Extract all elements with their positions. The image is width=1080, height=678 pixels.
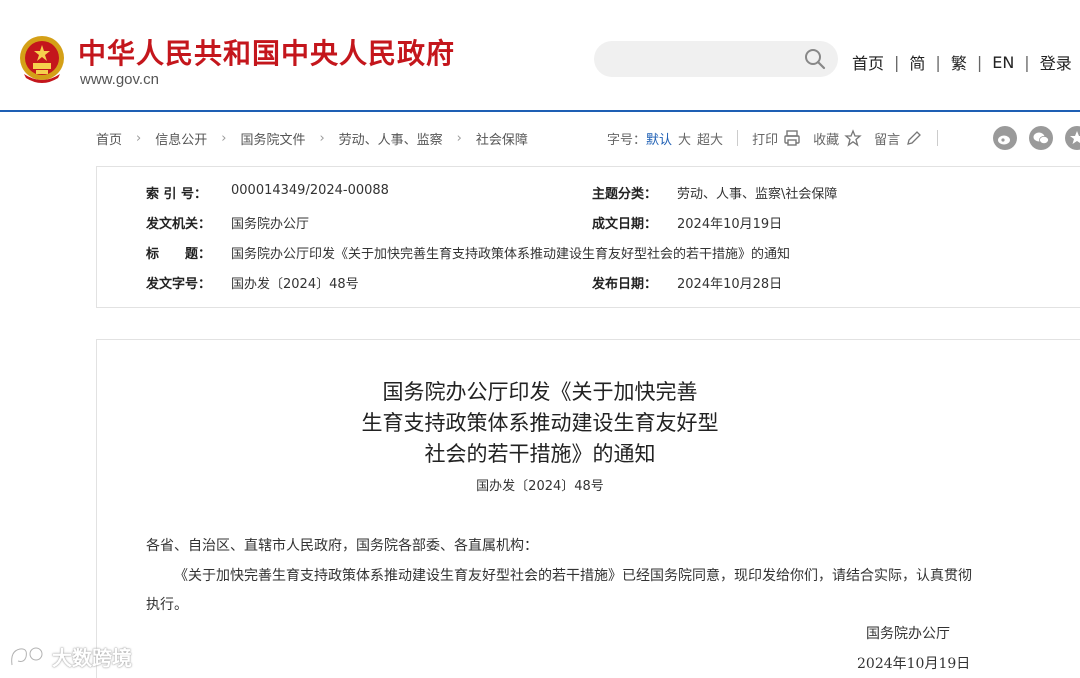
publish-date-value: 2024年10月28日 [677, 277, 783, 292]
print-button[interactable]: 打印 [752, 129, 801, 148]
watermark: 大数跨境 [8, 642, 132, 671]
publish-date-label: 发布日期： [592, 277, 658, 292]
site-header: 中华人民共和国中央人民政府 www.gov.cn 首页 | 简 | 繁 | EN… [0, 0, 1080, 112]
written-date-label: 成文日期： [592, 217, 658, 232]
qzone-share-icon[interactable] [1065, 126, 1080, 150]
category-value: 劳动、人事、监察\社会保障 [677, 187, 838, 202]
nav-divider: | [935, 52, 941, 72]
nav-divider: | [1024, 52, 1030, 72]
article-title-line-3: 社会的若干措施》的通知 [424, 442, 656, 466]
font-size-large[interactable]: 大 [678, 129, 691, 148]
written-date-value: 2024年10月19日 [677, 217, 783, 232]
article-date: 2024年10月19日 [857, 656, 971, 672]
breadcrumb: 首页 › 信息公开 › 国务院文件 › 劳动、人事、监察 › 社会保障 [96, 129, 528, 148]
nav-divider: | [894, 52, 900, 72]
watermark-logo-icon [10, 646, 44, 665]
chevron-right-icon: › [319, 131, 325, 146]
breadcrumb-state-council-docs[interactable]: 国务院文件 [240, 129, 305, 148]
issuer-label: 发文机关： [146, 217, 212, 232]
title-value: 国务院办公厅印发《关于加快完善生育支持政策体系推动建设生育友好型社会的若干措施》… [231, 247, 791, 262]
index-number-value: 000014349/2024-00088 [231, 183, 389, 198]
article-salutation: 各省、自治区、直辖市人民政府，国务院各部委、各直属机构： [146, 538, 538, 554]
issuer-value: 国务院办公厅 [231, 217, 310, 232]
favorite-label: 收藏 [813, 132, 840, 148]
nav-english-link[interactable]: EN [992, 53, 1014, 72]
article-signature: 国务院办公厅 [866, 626, 950, 642]
favorite-button[interactable]: 收藏 [813, 129, 862, 148]
star-icon [844, 129, 862, 147]
index-number-label: 索 引 号： [146, 187, 208, 202]
article-toolbar: 字号： 默认 大 超大 打印 收藏 留言 [607, 126, 952, 150]
chevron-right-icon: › [456, 131, 462, 146]
nav-divider: | [976, 52, 983, 72]
breadcrumb-labor-personnel[interactable]: 劳动、人事、监察 [339, 129, 443, 148]
toolbar-divider [737, 130, 739, 146]
pencil-icon [907, 131, 922, 145]
category-label: 主题分类： [592, 187, 658, 202]
comment-button[interactable]: 留言 [874, 129, 923, 148]
national-emblem-icon[interactable] [18, 34, 66, 84]
doc-number-label: 发文字号： [146, 277, 212, 292]
top-nav: 首页 | 简 | 繁 | EN | 登录 | 邮 [852, 50, 1080, 74]
article-body-line-1: 《关于加快完善生育支持政策体系推动建设生育友好型社会的若干措施》已经国务院同意，… [174, 568, 972, 584]
weibo-share-icon[interactable] [993, 126, 1017, 150]
nav-login-link[interactable]: 登录 [1040, 50, 1072, 74]
search-icon[interactable] [804, 48, 826, 70]
watermark-text: 大数跨境 [52, 646, 132, 670]
print-label: 打印 [752, 132, 779, 148]
site-title[interactable]: 中华人民共和国中央人民政府 [78, 32, 455, 72]
breadcrumb-social-security[interactable]: 社会保障 [476, 129, 528, 148]
title-label: 标 题： [146, 247, 212, 262]
article-title-line-2: 生育支持政策体系推动建设生育友好型 [361, 411, 719, 435]
toolbar-divider [937, 130, 939, 146]
site-url[interactable]: www.gov.cn [80, 71, 159, 88]
font-size-label: 字号： [607, 132, 647, 148]
font-size-xlarge[interactable]: 超大 [697, 129, 723, 148]
article-title-line-1: 国务院办公厅印发《关于加快完善 [382, 380, 698, 404]
doc-number-value: 国办发〔2024〕48号 [231, 277, 359, 292]
comment-label: 留言 [874, 132, 901, 148]
breadcrumb-info-disclosure[interactable]: 信息公开 [155, 129, 207, 148]
nav-simplified-link[interactable]: 简 [909, 50, 925, 74]
printer-icon [784, 130, 800, 146]
wechat-share-icon[interactable] [1029, 126, 1053, 150]
article-body-line-2: 执行。 [146, 597, 188, 613]
chevron-right-icon: › [221, 131, 227, 146]
nav-home-link[interactable]: 首页 [852, 50, 884, 74]
font-size-default[interactable]: 默认 [646, 129, 672, 148]
chevron-right-icon: › [136, 131, 142, 146]
search-input[interactable] [612, 47, 792, 71]
article-doc-number: 国办发〔2024〕48号 [476, 479, 604, 494]
nav-traditional-link[interactable]: 繁 [951, 50, 967, 74]
breadcrumb-home[interactable]: 首页 [96, 129, 122, 148]
